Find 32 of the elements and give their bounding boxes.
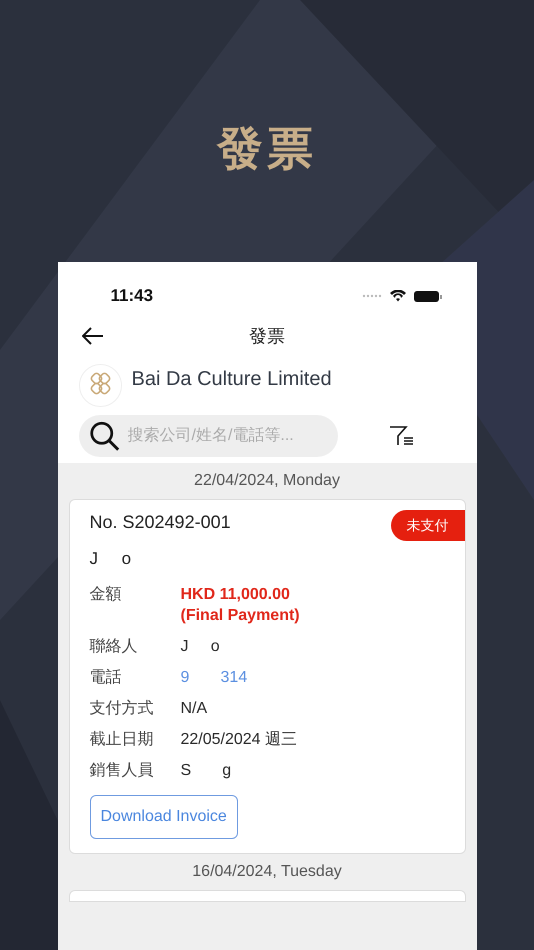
search-icon [88,419,120,453]
field-label: 銷售人員 [90,760,154,780]
filter-icon[interactable] [388,426,414,446]
back-arrow-icon[interactable] [82,327,104,345]
status-badge: 未支付 [390,510,464,541]
field-value: N/A [180,698,208,718]
field-value: J o [180,636,220,656]
field-label: 截止日期 [90,730,154,750]
search-field[interactable]: 搜索公司/姓名/電話等... [78,415,338,457]
field-label: 支付方式 [90,698,154,718]
field-value: (Final Payment) [180,606,300,626]
status-time: 11:43 [110,285,154,308]
date-header: 16/04/2024, Tuesday [191,862,343,882]
field-label: 電話 [90,668,122,688]
customer-name: J o [90,548,132,570]
field-value: 22/05/2024 週三 [180,730,298,750]
field-label: 聯絡人 [90,636,138,656]
download-invoice-button[interactable]: Download Invoice [90,794,238,838]
signal-icon [362,294,382,298]
search-input[interactable]: 搜索公司/姓名/電話等... [128,424,328,448]
page-title: 發票 [249,324,285,348]
company-logo [78,364,122,407]
field-label: 金額 [90,584,122,604]
invoice-number: No. S202492-001 [90,511,231,534]
wifi-icon [390,290,406,302]
headline: 發票 [217,120,317,177]
battery-icon [414,290,442,302]
field-value: S g [180,760,232,780]
company-name: Bai Da Culture Limited [132,366,332,392]
field-value: HKD 11,000.00 [180,584,291,604]
date-header: 22/04/2024, Monday [193,471,341,491]
field-value[interactable]: 9 314 [180,666,248,688]
